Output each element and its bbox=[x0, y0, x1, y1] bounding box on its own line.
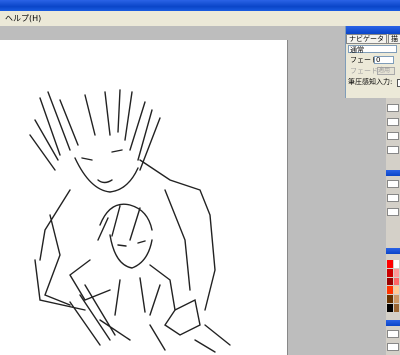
layer-slot-3[interactable] bbox=[387, 208, 399, 216]
pressure-label: 筆圧感知入力: bbox=[348, 78, 393, 86]
palette-swatch[interactable] bbox=[393, 277, 399, 286]
tab-drawing[interactable]: 描 bbox=[388, 34, 400, 43]
drawing-canvas[interactable] bbox=[0, 40, 288, 355]
palette-swatch[interactable] bbox=[393, 268, 399, 277]
navigator-titlebar bbox=[346, 26, 400, 34]
palette-swatch[interactable] bbox=[393, 295, 399, 304]
blend-mode-row: 通常 bbox=[346, 45, 400, 55]
palette-swatch[interactable] bbox=[387, 268, 393, 277]
palette-swatch[interactable] bbox=[387, 277, 393, 286]
tab-navigator[interactable]: ナビゲータ bbox=[346, 34, 387, 43]
pressure-row: 筆圧感知入力: bbox=[346, 78, 400, 88]
palette-swatch[interactable] bbox=[393, 304, 399, 312]
fade-row: フェード: 0 bbox=[346, 56, 400, 66]
title-bar bbox=[0, 0, 400, 11]
color-panel-titlebar bbox=[386, 248, 400, 254]
navigator-panel: ナビゲータ 描 通常 フェード: 0 フェード 適用 筆圧感知入力: bbox=[345, 26, 400, 98]
menu-bar: ヘルプ(H) bbox=[0, 11, 400, 27]
navigator-tabs: ナビゲータ 描 bbox=[346, 34, 400, 44]
blend-mode-select[interactable]: 通常 bbox=[348, 45, 397, 54]
tool-slot-4[interactable] bbox=[387, 146, 399, 154]
fade-button-row: フェード 適用 bbox=[346, 67, 400, 77]
layer-slot-2[interactable] bbox=[387, 194, 399, 202]
tool-slot-3[interactable] bbox=[387, 132, 399, 140]
layer-slot-1[interactable] bbox=[387, 180, 399, 188]
fade-apply-button[interactable]: 適用 bbox=[377, 67, 395, 75]
palette-swatch[interactable] bbox=[387, 286, 393, 295]
extra-slot-2[interactable] bbox=[387, 343, 399, 351]
palette-swatch[interactable] bbox=[387, 295, 393, 304]
palette-swatch[interactable] bbox=[387, 260, 393, 268]
tool-slot-2[interactable] bbox=[387, 118, 399, 126]
line-art-sketch bbox=[29, 89, 231, 353]
layer-panel-titlebar bbox=[386, 170, 400, 176]
right-sidebar bbox=[386, 98, 400, 355]
fade-button-label: フェード bbox=[350, 67, 378, 75]
tool-slot-1[interactable] bbox=[387, 104, 399, 112]
extra-panel-titlebar bbox=[386, 320, 400, 326]
color-palette bbox=[387, 260, 399, 312]
palette-swatch[interactable] bbox=[393, 260, 399, 268]
fade-input[interactable]: 0 bbox=[374, 56, 394, 64]
menu-help[interactable]: ヘルプ(H) bbox=[5, 13, 41, 24]
palette-swatch[interactable] bbox=[393, 286, 399, 295]
extra-slot-1[interactable] bbox=[387, 330, 399, 338]
palette-swatch[interactable] bbox=[387, 304, 393, 312]
